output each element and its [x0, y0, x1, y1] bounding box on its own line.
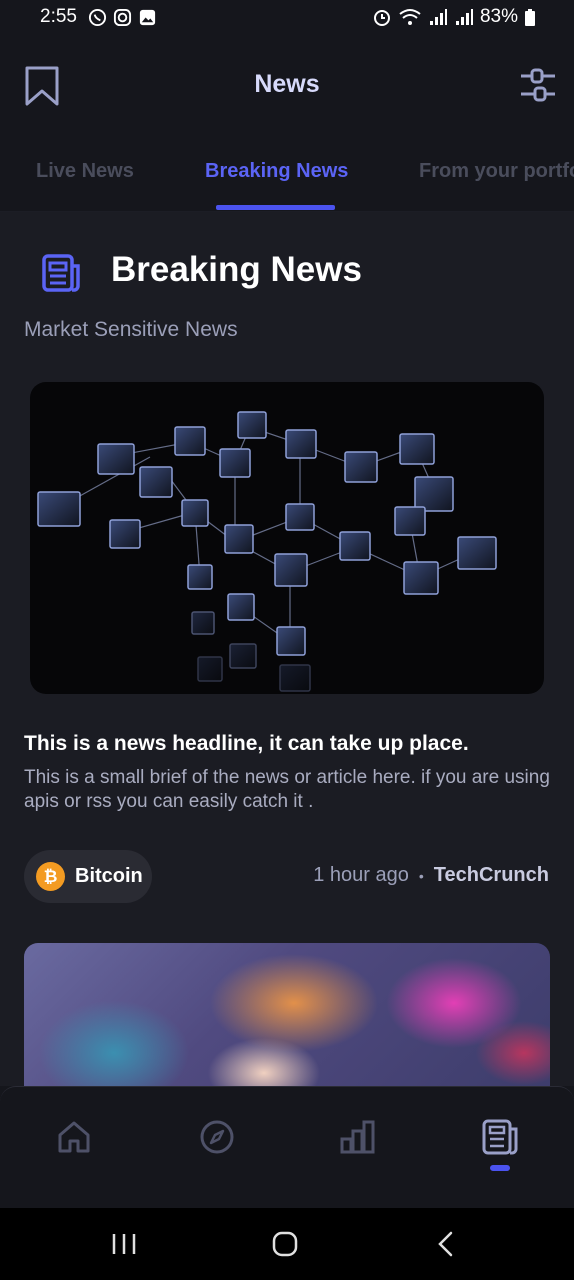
bottom-navigation [0, 1086, 574, 1208]
article-brief: This is a small brief of the news or art… [24, 767, 550, 812]
article-source[interactable]: TechCrunch [434, 864, 549, 887]
next-article-image[interactable] [24, 943, 550, 1086]
battery-icon [525, 9, 535, 26]
tab-live-news[interactable]: Live News [36, 160, 134, 183]
filter-icon[interactable] [518, 66, 558, 106]
battery-percent: 83% [479, 6, 518, 27]
signal-icon [429, 9, 447, 25]
coin-tag-label: Bitcoin [75, 865, 143, 887]
newspaper-icon [42, 254, 80, 292]
home-button-icon[interactable] [269, 1228, 301, 1260]
bar-chart-icon[interactable] [338, 1117, 378, 1157]
status-bar: 2:55 83% [0, 0, 574, 36]
tab-from-portfolio[interactable]: From your portfo [419, 160, 574, 183]
bitcoin-icon: ₿ [36, 862, 65, 891]
wifi-icon [399, 9, 421, 25]
system-navigation-bar [0, 1208, 574, 1280]
tab-breaking-news[interactable]: Breaking News [205, 160, 348, 183]
section-subtitle: Market Sensitive News [24, 318, 238, 341]
article-meta: 1 hour ago • TechCrunch [313, 864, 549, 887]
section-title: Breaking News [111, 250, 362, 289]
notification-icons [88, 8, 157, 27]
home-icon[interactable] [54, 1117, 94, 1157]
meta-separator: • [418, 867, 424, 884]
news-tabs: Live News Breaking News From your portfo [0, 140, 574, 212]
newspaper-icon[interactable] [480, 1117, 520, 1157]
article-headline[interactable]: This is a news headline, it can take up … [24, 732, 554, 756]
compass-icon[interactable] [197, 1117, 237, 1157]
page-title: News [254, 70, 320, 98]
article-time-ago: 1 hour ago [313, 864, 409, 886]
main-content[interactable]: Breaking News Market Sensitive News This… [0, 212, 574, 1086]
app-header: News [0, 36, 574, 140]
whatsapp-icon [88, 8, 107, 27]
gallery-icon [139, 9, 156, 26]
coin-tag-chip[interactable]: ₿ Bitcoin [24, 850, 152, 903]
instagram-icon [113, 8, 132, 27]
signal-icon-2 [455, 9, 473, 25]
status-right: 83% [372, 6, 536, 28]
active-nav-indicator [490, 1165, 510, 1171]
status-time: 2:55 [40, 6, 77, 27]
alarm-icon [373, 10, 390, 26]
active-tab-indicator [216, 205, 335, 210]
recents-icon[interactable] [108, 1228, 140, 1260]
article-hero-image[interactable] [30, 382, 544, 694]
back-icon[interactable] [430, 1228, 462, 1260]
blockchain-illustration [37, 411, 497, 692]
